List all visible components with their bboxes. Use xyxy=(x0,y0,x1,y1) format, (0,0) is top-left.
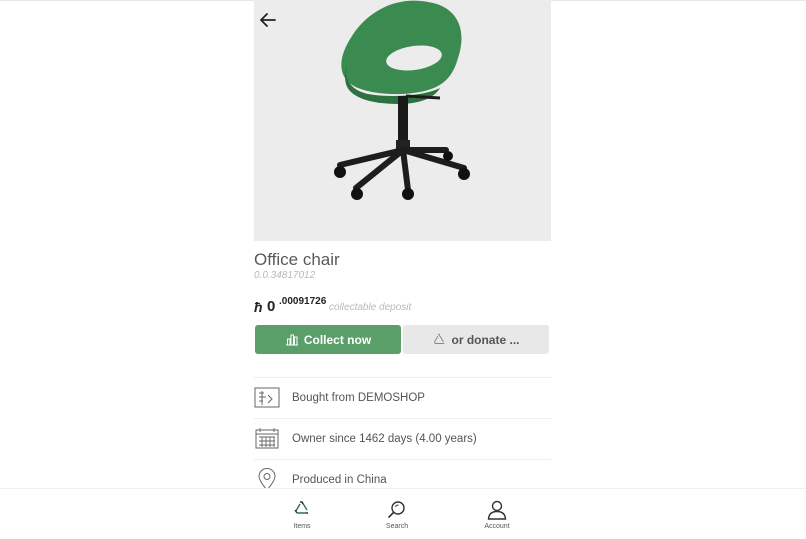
bottom-navigation: Items Search Account xyxy=(0,488,806,539)
bar-chart-icon xyxy=(285,334,298,346)
currency-symbol: ħ xyxy=(254,299,263,315)
price-integer: 0 xyxy=(267,298,276,315)
nav-search[interactable]: Search xyxy=(372,499,422,530)
nav-account[interactable]: Account xyxy=(472,499,522,530)
nav-label: Search xyxy=(385,523,409,530)
price-row: ħ 0 .00091726 collectable deposit xyxy=(254,296,551,316)
office-chair-image xyxy=(334,0,470,200)
shop-icon xyxy=(254,387,280,408)
nav-label: Items xyxy=(293,523,311,530)
detail-text: Produced in China xyxy=(292,474,387,486)
collect-now-button[interactable]: Collect now xyxy=(255,325,401,354)
detail-text: Bought from DEMOSHOP xyxy=(292,392,425,404)
collect-now-label: Collect now xyxy=(303,332,372,347)
calendar-icon xyxy=(255,428,279,449)
detail-row-owner-since: Owner since 1462 days (4.00 years) xyxy=(254,426,551,456)
item-title: Office chair xyxy=(254,250,340,269)
price-decimal: .00091726 xyxy=(279,296,327,307)
item-id: 0.0.34817012 xyxy=(254,270,316,281)
divider xyxy=(254,418,551,419)
nav-label: Account xyxy=(484,523,510,530)
detail-row-shop: Bought from DEMOSHOP xyxy=(254,385,551,415)
recycle-icon xyxy=(294,501,308,514)
recycle-outline-icon xyxy=(434,333,445,344)
divider xyxy=(254,377,551,378)
detail-text: Owner since 1462 days (4.00 years) xyxy=(292,433,477,445)
nav-items[interactable]: Items xyxy=(277,499,327,530)
product-image xyxy=(254,0,551,241)
user-icon xyxy=(487,500,507,520)
price-note: collectable deposit xyxy=(329,302,412,313)
donate-button[interactable]: or donate ... xyxy=(403,325,549,354)
divider xyxy=(254,459,551,460)
back-arrow-icon[interactable] xyxy=(258,10,278,30)
donate-label: or donate ... xyxy=(451,332,520,347)
search-icon xyxy=(388,501,405,518)
item-detail-panel: Office chair 0.0.34817012 ħ 0 .00091726 … xyxy=(254,0,551,538)
